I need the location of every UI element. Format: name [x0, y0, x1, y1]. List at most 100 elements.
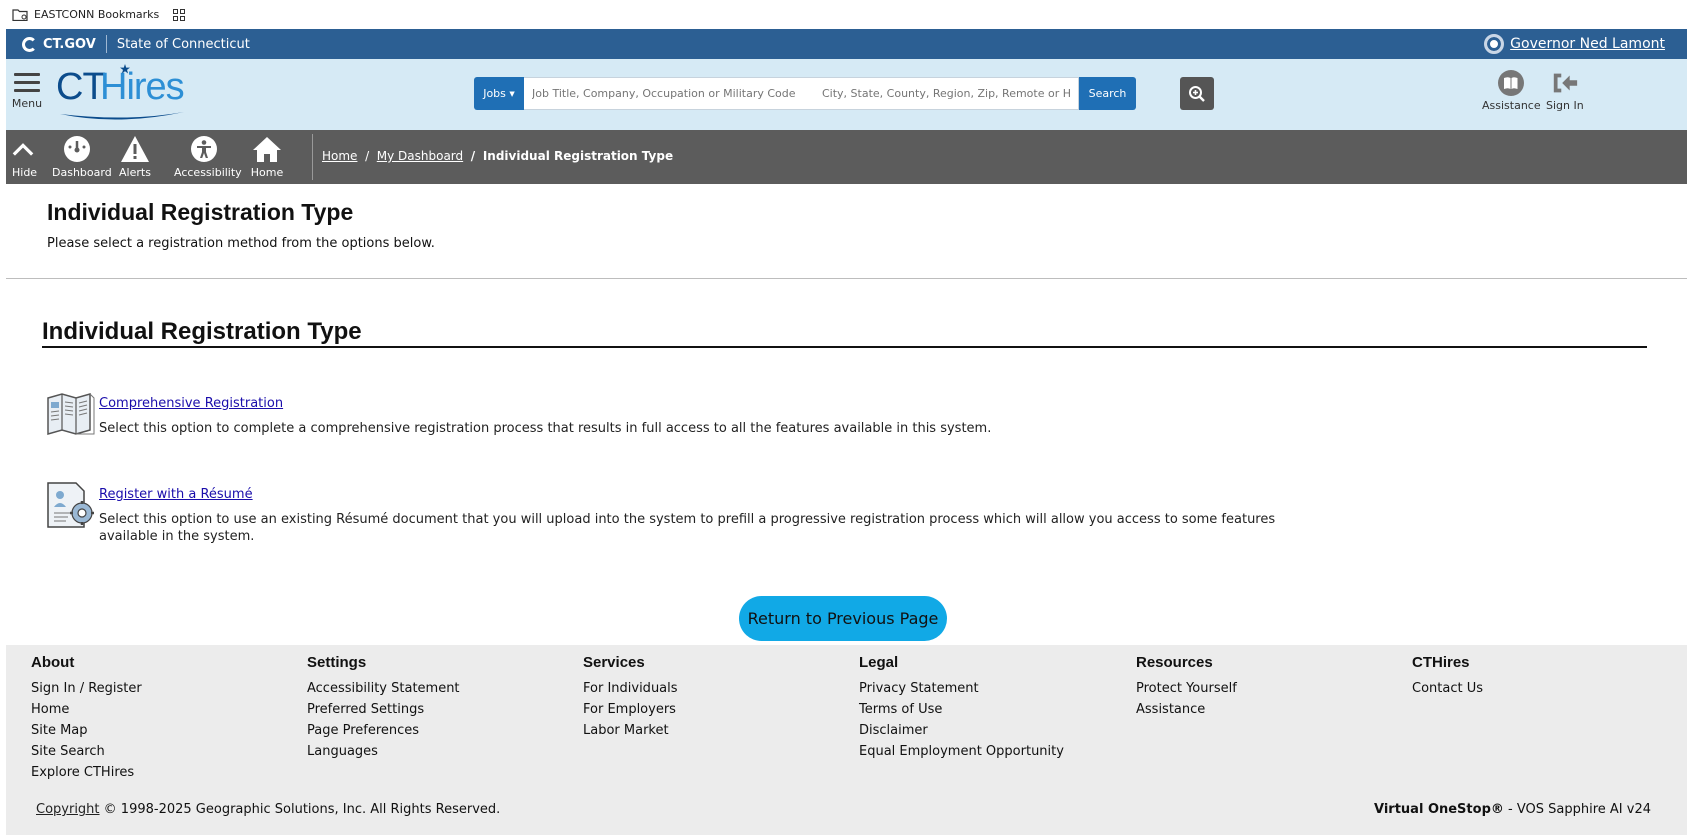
ct-gov-logo[interactable]: CT.GOV — [22, 36, 96, 52]
site-header: Menu CT Hires Jobs ▼ Search Assistance S… — [6, 59, 1687, 130]
footer-link[interactable]: Preferred Settings — [307, 699, 460, 720]
breadcrumb-separator: / — [365, 149, 370, 163]
accessibility-icon — [191, 136, 217, 162]
footer-link[interactable]: Equal Employment Opportunity — [859, 741, 1064, 762]
footer-link[interactable]: Protect Yourself — [1136, 678, 1237, 699]
dashboard-gauge-icon — [64, 136, 90, 162]
footer-column-services: Services For Individuals For Employers L… — [583, 654, 678, 741]
cthires-logo[interactable]: CT Hires — [56, 64, 196, 124]
footer-link[interactable]: Assistance — [1136, 699, 1237, 720]
copyright-text: © 1998-2025 Geographic Solutions, Inc. A… — [103, 802, 501, 817]
page-title: Individual Registration Type — [47, 199, 354, 225]
site-footer: About Sign In / Register Home Site Map S… — [6, 645, 1687, 835]
bookmarks-bar: EASTCONN Bookmarks — [0, 0, 1687, 29]
logo-swoosh-icon — [60, 112, 184, 120]
divider — [6, 278, 1687, 279]
copyright-link[interactable]: Copyright — [36, 802, 100, 817]
nav-alerts[interactable]: Alerts — [117, 134, 153, 179]
divider — [105, 35, 107, 53]
footer-link[interactable]: Site Search — [31, 741, 142, 762]
menu-button[interactable]: Menu — [11, 73, 43, 110]
page: CT.GOV State of Connecticut Governor Ned… — [6, 29, 1687, 835]
breadcrumb: Home / My Dashboard / Individual Registr… — [322, 149, 673, 163]
search-button[interactable]: Search — [1079, 77, 1136, 110]
footer-column-title: Services — [583, 654, 645, 671]
advanced-search-button[interactable] — [1180, 77, 1214, 110]
footer-link[interactable]: For Individuals — [583, 678, 678, 699]
hamburger-icon — [11, 73, 43, 92]
menu-label: Menu — [11, 97, 43, 110]
governor-link[interactable]: Governor Ned Lamont — [1510, 36, 1665, 52]
nav-dashboard[interactable]: Dashboard — [52, 134, 112, 179]
bookmark-folder-label: EASTCONN Bookmarks — [34, 8, 160, 21]
job-search-bar: Jobs ▼ Search — [474, 77, 1136, 110]
state-seal-icon — [1484, 34, 1505, 54]
footer-link[interactable]: Terms of Use — [859, 699, 1064, 720]
warning-icon — [121, 136, 149, 162]
footer-link[interactable]: Accessibility Statement — [307, 678, 460, 699]
bookmark-folder-eastconn[interactable]: EASTCONN Bookmarks — [12, 8, 159, 21]
option-description: Select this option to use an existing Ré… — [99, 512, 1276, 544]
footer-link[interactable]: Page Preferences — [307, 720, 460, 741]
footer-link[interactable]: Home — [31, 699, 142, 720]
apps-grid-icon[interactable] — [173, 8, 186, 21]
version-info: Virtual OneStop® - VOS Sapphire AI v24 — [1374, 802, 1651, 817]
footer-column-title: Settings — [307, 654, 367, 671]
chevron-up-icon — [12, 143, 34, 156]
breadcrumb-separator: / — [470, 149, 476, 163]
brochure-icon — [47, 393, 95, 435]
footer-column-title: Resources — [1136, 654, 1213, 671]
footer-link[interactable]: For Employers — [583, 699, 678, 720]
footer-link[interactable]: Site Map — [31, 720, 142, 741]
logo-star-icon — [120, 64, 130, 74]
footer-link[interactable]: Contact Us — [1412, 678, 1483, 699]
product-name: Virtual OneStop® — [1374, 802, 1504, 817]
home-icon — [253, 137, 281, 162]
nav-divider — [312, 134, 313, 180]
footer-link[interactable]: Languages — [307, 741, 460, 762]
footer-link[interactable]: Sign In / Register — [31, 678, 142, 699]
footer-column-resources: Resources Protect Yourself Assistance — [1136, 654, 1237, 720]
nav-home[interactable]: Home — [250, 134, 284, 179]
return-to-previous-page-button[interactable]: Return to Previous Page — [739, 596, 947, 641]
book-icon — [1498, 70, 1525, 96]
breadcrumb-dashboard[interactable]: My Dashboard — [377, 149, 463, 163]
footer-link[interactable]: Labor Market — [583, 720, 678, 741]
folder-icon — [12, 8, 28, 21]
sign-in-button[interactable]: Sign In — [1546, 69, 1584, 112]
breadcrumb-current: Individual Registration Type — [482, 149, 674, 163]
option-description: Select this option to complete a compreh… — [99, 421, 992, 436]
footer-column-title: About — [31, 654, 75, 671]
footer-link[interactable]: Explore CTHires — [31, 762, 142, 783]
governor-link-wrap: Governor Ned Lamont — [1484, 34, 1665, 54]
footer-column-about: About Sign In / Register Home Site Map S… — [31, 654, 142, 783]
register-with-resume-link[interactable]: Register with a Résumé — [99, 487, 253, 502]
location-search-input[interactable] — [814, 77, 1079, 110]
comprehensive-registration-link[interactable]: Comprehensive Registration — [99, 396, 283, 411]
logo-ct: CT — [56, 66, 106, 108]
keyword-search-input[interactable] — [524, 77, 814, 110]
section-title: Individual Registration Type — [42, 318, 1647, 348]
copyright: Copyright © 1998-2025 Geographic Solutio… — [36, 802, 500, 817]
resume-upload-icon — [47, 482, 94, 528]
footer-column-title: CTHires — [1412, 654, 1470, 671]
footer-column-settings: Settings Accessibility Statement Preferr… — [307, 654, 460, 762]
zoom-in-icon — [1189, 85, 1205, 102]
state-name: State of Connecticut — [116, 36, 250, 52]
breadcrumb-home[interactable]: Home — [322, 149, 357, 163]
jobs-dropdown[interactable]: Jobs ▼ — [474, 77, 524, 110]
hide-toolbar-button[interactable]: Hide — [12, 134, 37, 179]
footer-column-cthires: CTHires Contact Us — [1412, 654, 1483, 699]
ct-logo-icon — [22, 36, 37, 52]
page-subtitle: Please select a registration method from… — [47, 236, 435, 251]
footer-link[interactable]: Privacy Statement — [859, 678, 1064, 699]
assistance-button[interactable]: Assistance — [1482, 69, 1541, 112]
footer-column-title: Legal — [859, 654, 899, 671]
ct-gov-bar: CT.GOV State of Connecticut Governor Ned… — [6, 29, 1687, 59]
footer-column-legal: Legal Privacy Statement Terms of Use Dis… — [859, 654, 1064, 762]
nav-accessibility[interactable]: Accessibility — [174, 134, 242, 179]
logo-hires: Hires — [100, 66, 185, 108]
caret-down-icon: ▼ — [509, 89, 515, 98]
sign-in-icon — [1553, 73, 1577, 93]
footer-link[interactable]: Disclaimer — [859, 720, 1064, 741]
